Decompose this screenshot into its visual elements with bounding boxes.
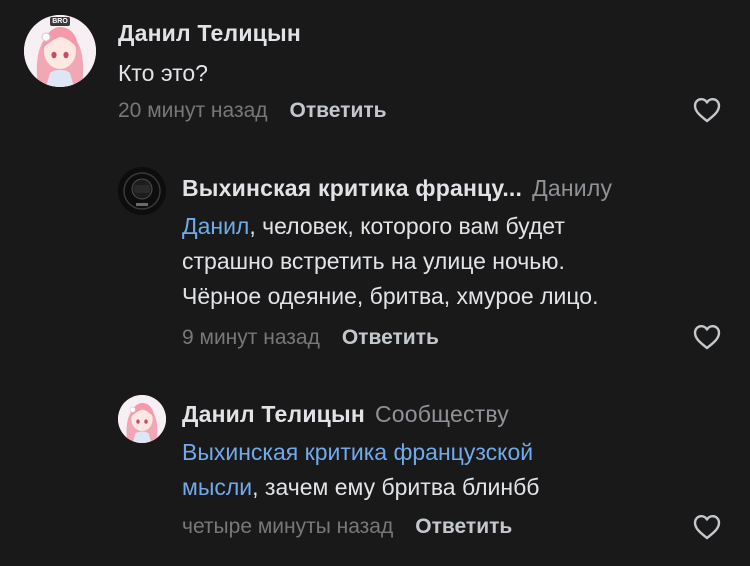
text-fragment: , зачем ему бритва блинбб	[252, 474, 540, 500]
comment-text: Данил, человек, которого вам будет страш…	[182, 209, 598, 314]
comment: Выхинская критика францу... Данилу Данил,…	[0, 150, 750, 360]
avatar[interactable]	[118, 395, 166, 443]
heart-icon[interactable]	[692, 96, 722, 124]
timestamp: четыре минуты назад	[182, 515, 394, 538]
timestamp: 9 минут назад	[182, 326, 320, 349]
anime-girl-avatar-icon	[118, 395, 166, 443]
comment-author[interactable]: Данил Телицын	[118, 20, 301, 47]
comment: Данил Телицын Сообществу Выхинская критик…	[0, 380, 750, 566]
comment-author[interactable]: Данил Телицын Сообществу	[182, 401, 509, 428]
avatar-badge: BRO	[52, 18, 68, 25]
reply-to-label[interactable]: Сообществу	[375, 401, 509, 427]
comment-body: Кто это?	[118, 60, 208, 86]
comment-author[interactable]: Выхинская критика францу... Данилу	[182, 175, 612, 202]
dark-circular-logo-icon	[118, 167, 166, 215]
avatar[interactable]: BRO	[24, 15, 96, 87]
text-line: страшно встретить на улице ночью.	[182, 248, 565, 274]
comment-meta: четыре минуты назад Ответить	[182, 515, 512, 539]
avatar[interactable]	[118, 167, 166, 215]
mention-link[interactable]: Данил	[182, 213, 249, 239]
timestamp: 20 минут назад	[118, 99, 268, 122]
mention-link[interactable]: Выхинская критика французской	[182, 439, 533, 465]
comment-text: Выхинская критика французской мысли, зач…	[182, 435, 539, 505]
text-fragment: , человек, которого вам будет	[249, 213, 565, 239]
comment-text: Кто это?	[118, 56, 208, 91]
reply-button[interactable]: Ответить	[290, 99, 387, 122]
reply-button[interactable]: Ответить	[415, 515, 512, 538]
author-name[interactable]: Данил Телицын	[118, 20, 301, 46]
text-line: Чёрное одеяние, бритва, хмурое лицо.	[182, 283, 599, 309]
text-line: Данил, человек, которого вам будет	[182, 209, 598, 244]
text-line: мысли, зачем ему бритва блинбб	[182, 470, 539, 505]
reply-to-label[interactable]: Данилу	[532, 175, 612, 201]
comment: BRO Данил Телицын Кто это? 20 минут наза…	[0, 0, 750, 140]
comment-meta: 20 минут назад Ответить	[118, 99, 387, 123]
text-line: Выхинская критика французской	[182, 435, 539, 470]
reply-button[interactable]: Ответить	[342, 326, 439, 349]
mention-link[interactable]: мысли	[182, 474, 252, 500]
heart-icon[interactable]	[692, 513, 722, 541]
author-name[interactable]: Данил Телицын	[182, 401, 365, 427]
heart-icon[interactable]	[692, 323, 722, 351]
comment-meta: 9 минут назад Ответить	[182, 326, 439, 350]
author-name[interactable]: Выхинская критика францу...	[182, 175, 522, 201]
